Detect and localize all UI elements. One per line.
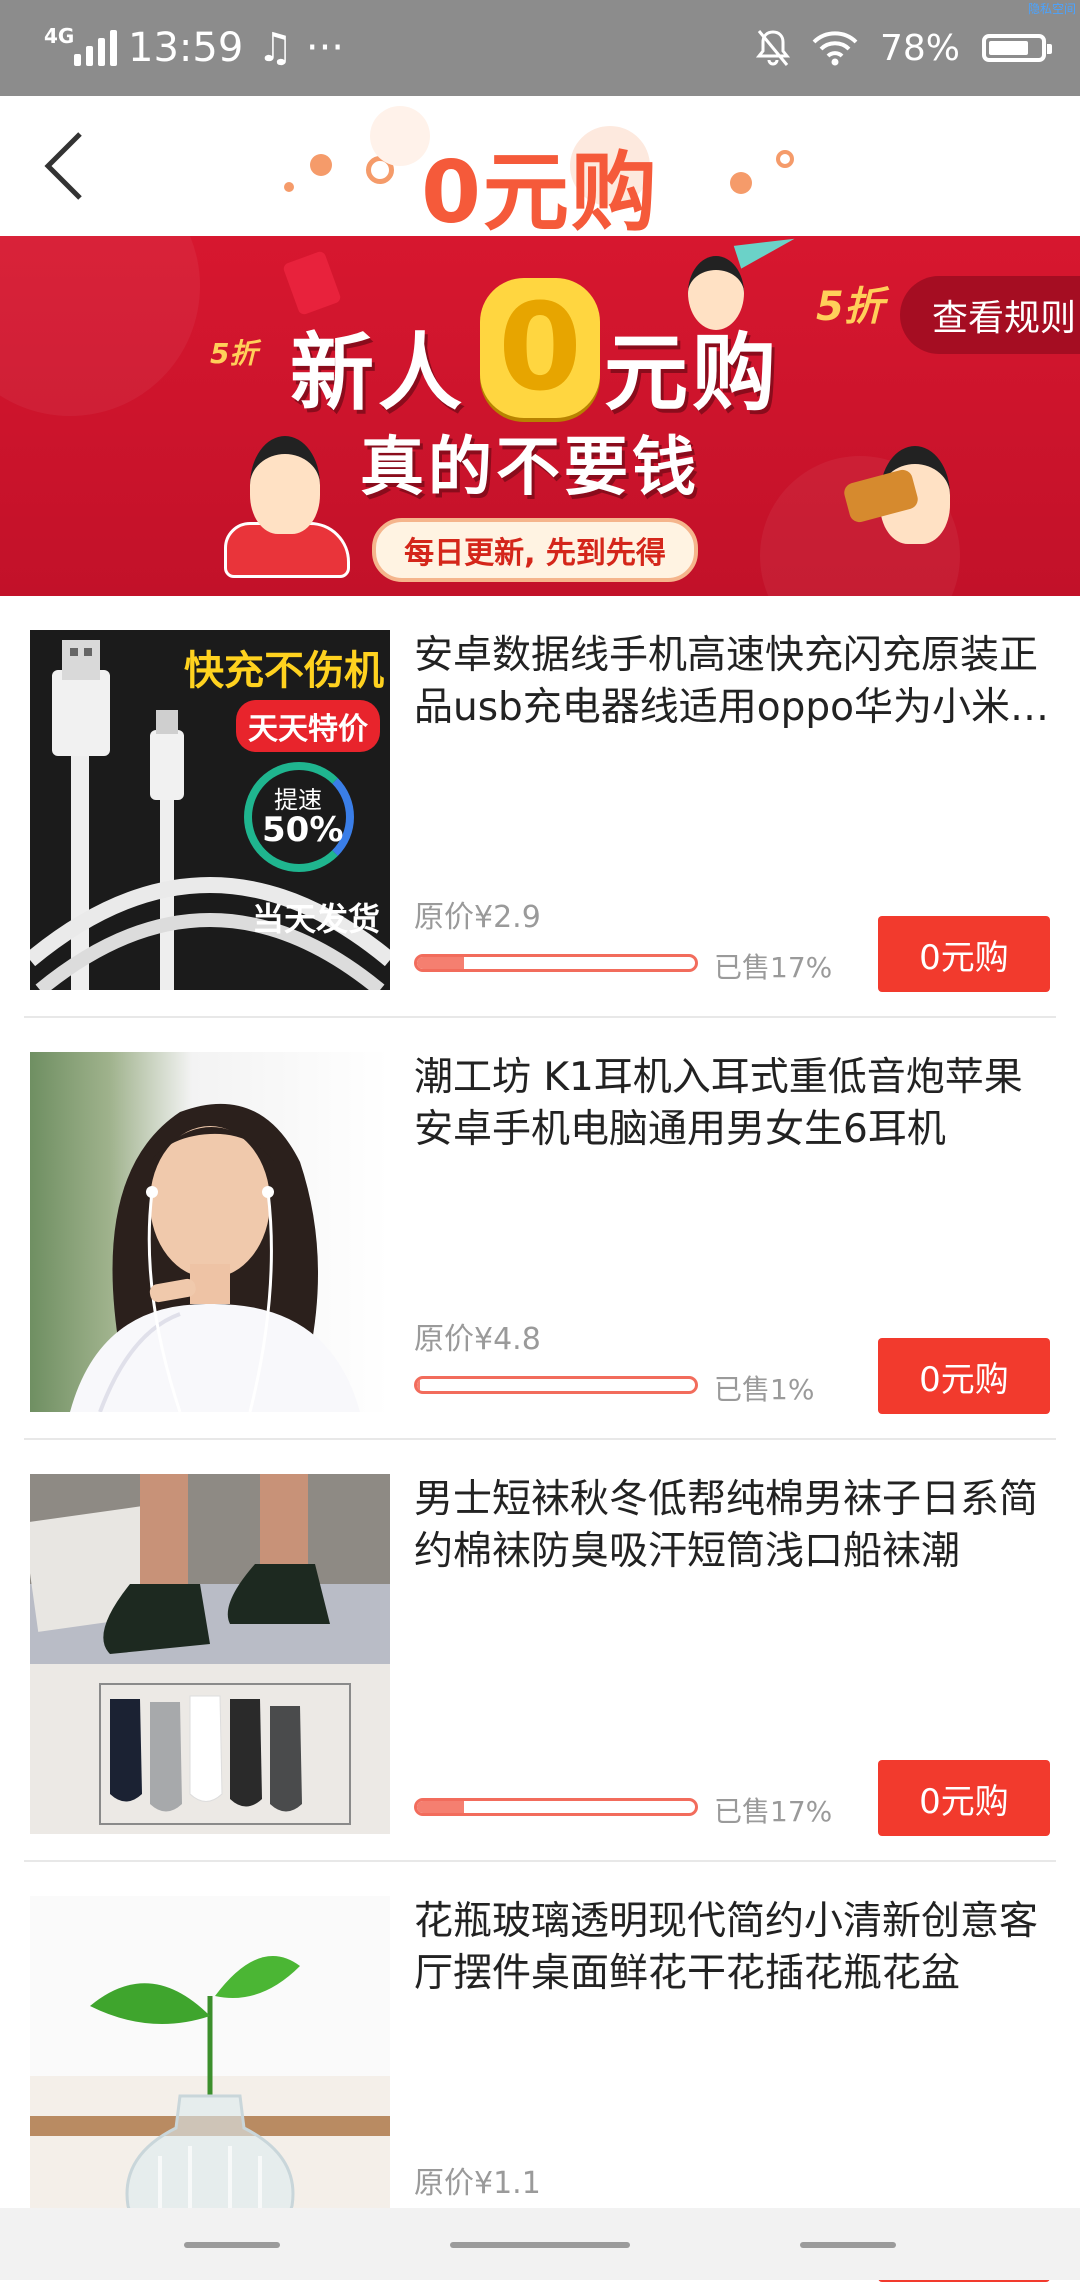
banner-zero-badge: 0 <box>480 278 600 418</box>
page-title-area: 0元购 <box>270 106 810 243</box>
status-bar: 4G 13:59 ♫ ··· 78% 隐私空间 <box>0 0 1080 96</box>
zero-yuan-buy-button[interactable]: 0元购 <box>878 1338 1050 1414</box>
original-price: 原价¥4.8 <box>414 1322 541 1357</box>
page-title: 0元购 <box>421 143 659 243</box>
status-extra-icons: ♫ ··· <box>257 25 344 71</box>
sold-progress-bar <box>414 954 698 972</box>
promo-banner[interactable]: 5折 5折 新人 元购 0 真的不要钱 每日更新, 先到先得 查看规则 <box>0 236 1080 596</box>
vase-image <box>30 1956 390 2256</box>
corner-note: 隐私空间 <box>1027 2 1076 16</box>
product-thumbnail[interactable] <box>30 1474 390 1834</box>
thumb-speed-value: 50% <box>262 810 344 850</box>
sold-progress-bar <box>414 1798 698 1816</box>
sold-percent: 已售17% <box>714 1795 833 1828</box>
zero-yuan-buy-button[interactable]: 0元购 <box>878 916 1050 992</box>
sold-percent: 已售1% <box>714 1373 815 1406</box>
product-thumbnail[interactable]: 快充不伤机 天天特价 提速 50% 当天发货 <box>30 630 390 990</box>
nav-home-gesture[interactable] <box>450 2242 630 2248</box>
product-name[interactable]: 潮工坊 K1耳机入耳式重低音炮苹果安卓手机电脑通用男女生6耳机 <box>414 1052 1054 1156</box>
original-price: 原价¥2.9 <box>414 900 541 935</box>
zero-yuan-buy-button[interactable]: 0元购 <box>878 1760 1050 1836</box>
discount-tag-left: 5折 <box>210 337 258 370</box>
nav-menu-gesture[interactable] <box>184 2242 280 2248</box>
cartoon-character-left <box>250 436 320 534</box>
battery-fill <box>989 41 1028 55</box>
view-rules-button[interactable]: 查看规则 <box>900 276 1080 354</box>
thumb-headline: 快充不伤机 <box>184 648 384 694</box>
signal-icon: 4G <box>44 24 117 70</box>
wifi-icon <box>812 31 858 66</box>
sold-progress-bar <box>414 1376 698 1394</box>
product-name[interactable]: 男士短袜秋冬低帮纯棉男袜子日系简约棉袜防臭吸汗短筒浅口船袜潮 <box>414 1474 1054 1578</box>
thumb-ship: 当天发货 <box>251 900 380 938</box>
battery-icon <box>982 34 1052 62</box>
status-left: 4G 13:59 ♫ ··· <box>44 22 344 74</box>
product-item[interactable]: 男士短袜秋冬低帮纯棉男袜子日系简约棉袜防臭吸汗短筒浅口船袜潮 已售17% 0元购 <box>0 1440 1080 1862</box>
thumb-badge: 天天特价 <box>236 700 380 752</box>
page-header: 0元购 <box>0 96 1080 243</box>
chevron-left-icon[interactable] <box>36 126 96 206</box>
earphone-model-image <box>70 1103 360 1412</box>
product-item[interactable]: 潮工坊 K1耳机入耳式重低音炮苹果安卓手机电脑通用男女生6耳机 原价¥4.8 已… <box>0 1018 1080 1440</box>
product-name[interactable]: 安卓数据线手机高速快充闪充原装正品usb充电器线适用oppo华为小米vivo <box>414 630 1054 734</box>
status-time: 13:59 <box>128 25 244 71</box>
battery-percent: 78% <box>879 27 960 69</box>
paper-plane-icon <box>733 236 799 269</box>
discount-tag-right: 5折 <box>816 284 884 330</box>
sold-percent: 已售17% <box>714 951 833 984</box>
nav-back-gesture[interactable] <box>800 2242 896 2248</box>
original-price: 原价¥1.1 <box>414 2166 541 2201</box>
banner-pill: 每日更新, 先到先得 <box>372 518 698 582</box>
status-right: 78% <box>755 22 1052 74</box>
product-name[interactable]: 花瓶玻璃透明现代简约小清新创意客厅摆件桌面鲜花干花插花瓶花盆 <box>414 1896 1054 2000</box>
do-not-disturb-icon <box>755 30 790 66</box>
product-item[interactable]: 快充不伤机 天天特价 提速 50% 当天发货 安卓数据线手机高速快充闪充原装正品… <box>0 596 1080 1018</box>
system-nav-bar <box>0 2208 1080 2280</box>
product-thumbnail[interactable] <box>30 1052 390 1412</box>
socks-image <box>30 1474 390 1834</box>
product-thumbnail[interactable] <box>30 1896 390 2256</box>
banner-subline: 真的不要钱 <box>360 431 700 505</box>
network-type: 4G <box>44 24 75 48</box>
